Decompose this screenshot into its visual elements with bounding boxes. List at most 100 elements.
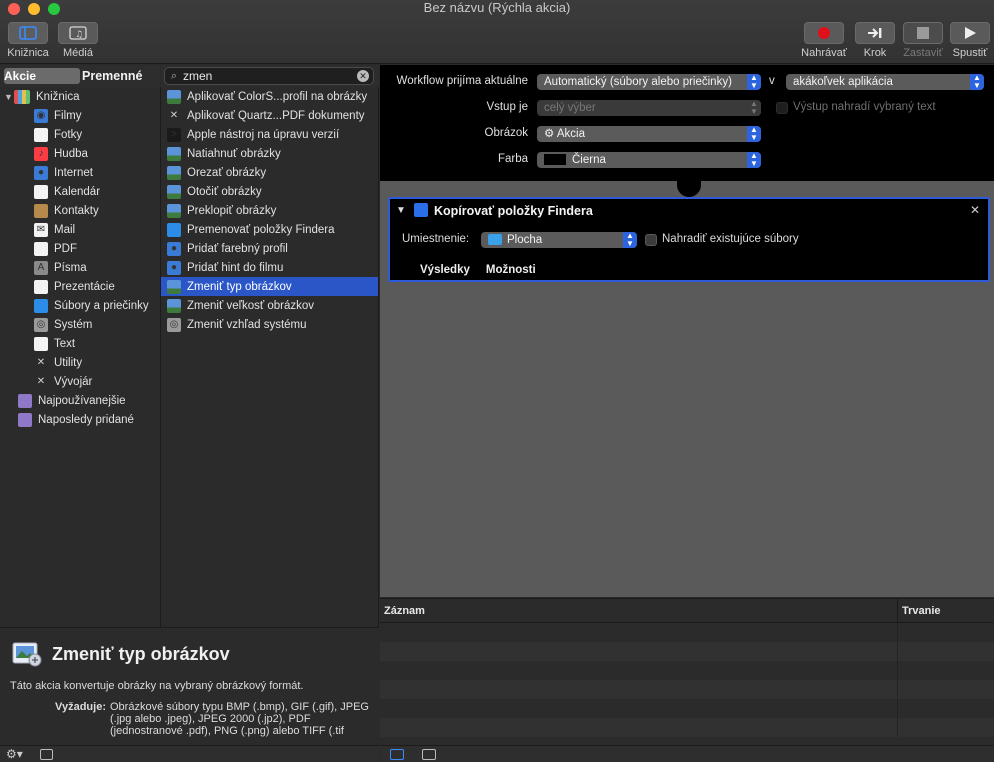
log-cell xyxy=(380,623,898,642)
record-toolbar-label: Nahrávať xyxy=(801,47,847,59)
library-item[interactable]: ♪ Hudba xyxy=(0,144,160,163)
library-toolbar-button[interactable]: Knižnica xyxy=(6,22,50,59)
image-icon xyxy=(167,89,181,104)
image-popup[interactable]: ⚙ Akcia ▲ ▼ xyxy=(537,126,761,142)
action-list-item[interactable]: Zmeniť typ obrázkov xyxy=(161,277,378,296)
library-item[interactable]: Text xyxy=(0,334,160,353)
play-icon xyxy=(950,22,990,44)
clear-search-icon[interactable]: ✕ xyxy=(357,70,369,82)
library-item[interactable]: Súbory a priečinky xyxy=(0,296,160,315)
action-list-item[interactable]: Zmeniť veľkosť obrázkov xyxy=(161,296,378,315)
replace-existing-checkbox[interactable] xyxy=(645,234,657,246)
replace-text-checkbox[interactable] xyxy=(776,102,788,114)
library-item[interactable]: ● Internet xyxy=(0,163,160,182)
chevron-updown-icon: ▲ ▼ xyxy=(747,100,761,116)
chevron-updown-icon: ▲ ▼ xyxy=(623,232,637,248)
gear-menu-icon[interactable]: ⚙▾ xyxy=(6,747,23,761)
split-view-icon[interactable] xyxy=(422,749,436,760)
action-list-item[interactable]: ● Pridať farebný profil xyxy=(161,239,378,258)
library-item[interactable]: A Písma xyxy=(0,258,160,277)
application-popup[interactable]: akákoľvek aplikácia ▲ ▼ xyxy=(786,74,984,90)
library-smart-group[interactable]: Naposledy pridané xyxy=(0,410,160,429)
mail-icon: ✉ xyxy=(34,222,48,237)
folder-icon xyxy=(488,234,502,245)
gear-small-icon: ⚙ xyxy=(544,128,557,140)
library-item[interactable]: Prezentácie xyxy=(0,277,160,296)
library-item-label: Fotky xyxy=(54,128,83,141)
input-popup[interactable]: celý výber ▲ ▼ xyxy=(537,100,761,116)
disclosure-triangle-icon[interactable]: ▼ xyxy=(4,92,14,102)
search-input[interactable]: ⌕ zmen ✕ xyxy=(164,67,374,85)
presentations-icon xyxy=(34,279,48,294)
action-list-item[interactable]: Orezať obrázky xyxy=(161,163,378,182)
image-label: Obrázok xyxy=(484,127,528,139)
library-item-label: PDF xyxy=(54,242,77,255)
step-toolbar-button[interactable]: Krok xyxy=(855,22,895,59)
library-item[interactable]: ✕ Utility xyxy=(0,353,160,372)
action-item-label: Aplikovať Quartz...PDF dokumenty xyxy=(187,109,365,122)
collapse-triangle-icon[interactable]: ▼ xyxy=(396,205,406,216)
color-popup[interactable]: Čierna ▲ ▼ xyxy=(537,152,761,168)
action-card-title: Kopírovať položky Findera xyxy=(434,204,593,218)
library-item[interactable]: ◎ Systém xyxy=(0,315,160,334)
title-bar: Bez názvu (Rýchla akcia) Knižnica ♫ Médi… xyxy=(0,0,994,64)
workflow-settings-header: Workflow prijíma aktuálne Automatický (s… xyxy=(380,65,994,181)
close-icon[interactable]: ✕ xyxy=(970,203,980,217)
replace-existing-label: Nahradiť existujúce súbory xyxy=(662,233,799,245)
action-list-item[interactable]: Aplikovať ColorS...profil na obrázky xyxy=(161,87,378,106)
log-column-record[interactable]: Záznam xyxy=(380,599,898,622)
options-tab[interactable]: Možnosti xyxy=(486,264,536,276)
action-list-item[interactable]: ◎ Zmeniť vzhľad systému xyxy=(161,315,378,334)
record-toolbar-button[interactable]: Nahrávať xyxy=(800,22,848,59)
library-item-label: Vývojár xyxy=(54,375,93,388)
variables-tab[interactable]: Premenné xyxy=(82,68,156,84)
smart-group-label: Naposledy pridané xyxy=(38,413,134,426)
action-list-item[interactable]: Preklopiť obrázky xyxy=(161,201,378,220)
action-item-label: Orezať obrázky xyxy=(187,166,267,179)
stop-toolbar-label: Zastaviť xyxy=(903,47,943,59)
replace-text-label: Výstup nahradí vybraný text xyxy=(793,101,936,113)
action-description-pane: Zmeniť typ obrázkov Táto akcia konvertuj… xyxy=(0,627,379,745)
action-card-copy-finder-items[interactable]: ▼ Kopírovať položky Findera ✕ Umiestneni… xyxy=(388,197,990,282)
action-list-item[interactable]: ● Pridať hint do filmu xyxy=(161,258,378,277)
library-item-label: Súbory a priečinky xyxy=(54,299,149,312)
location-popup[interactable]: Plocha ▲ ▼ xyxy=(481,232,637,248)
application-value: akákoľvek aplikácia xyxy=(793,76,893,88)
search-value: zmen xyxy=(183,69,213,83)
action-item-label: Zmeniť typ obrázkov xyxy=(187,280,292,293)
smart-group-label: Najpoužívanejšie xyxy=(38,394,126,407)
image-icon xyxy=(167,184,181,199)
library-item[interactable]: ◉ Filmy xyxy=(0,106,160,125)
log-row xyxy=(380,623,994,642)
library-item[interactable]: ✉ Mail xyxy=(0,220,160,239)
action-list-item[interactable]: Otočiť obrázky xyxy=(161,182,378,201)
color-value: Čierna xyxy=(572,154,606,166)
action-list-item[interactable]: Premenovať položky Findera xyxy=(161,220,378,239)
library-item[interactable]: ✕ Vývojár xyxy=(0,372,160,391)
receives-popup[interactable]: Automatický (súbory alebo priečinky) ▲ ▼ xyxy=(537,74,761,90)
receives-label: Workflow prijíma aktuálne xyxy=(396,75,528,87)
log-column-duration[interactable]: Trvanie xyxy=(898,599,941,622)
stop-toolbar-button[interactable]: Zastaviť xyxy=(901,22,945,59)
finder-icon xyxy=(414,203,428,217)
action-list-item[interactable]: Natiahnuť obrázky xyxy=(161,144,378,163)
library-root-item[interactable]: ▼ Knižnica xyxy=(0,87,160,106)
library-item[interactable]: PDF xyxy=(0,239,160,258)
library-item[interactable]: Kontakty xyxy=(0,201,160,220)
results-tab[interactable]: Výsledky xyxy=(420,264,470,276)
library-smart-group[interactable]: Najpoužívanejšie xyxy=(0,391,160,410)
actions-tab[interactable]: Akcie xyxy=(4,68,80,84)
utilities-icon: ✕ xyxy=(36,357,46,368)
music-icon: ♪ xyxy=(34,146,48,161)
action-list-item[interactable]: > Apple nástroj na úpravu verzií xyxy=(161,125,378,144)
run-toolbar-button[interactable]: Spustiť xyxy=(950,22,990,59)
action-item-label: Zmeniť vzhľad systému xyxy=(187,318,307,331)
window-title: Bez názvu (Rýchla akcia) xyxy=(423,0,571,15)
media-toolbar-button[interactable]: ♫ Médiá xyxy=(57,22,99,59)
step-toolbar-label: Krok xyxy=(863,47,887,59)
description-toggle-icon[interactable] xyxy=(40,749,53,760)
library-item[interactable]: Fotky xyxy=(0,125,160,144)
list-view-icon[interactable] xyxy=(390,749,404,760)
library-item[interactable]: Kalendár xyxy=(0,182,160,201)
action-list-item[interactable]: ✕ Aplikovať Quartz...PDF dokumenty xyxy=(161,106,378,125)
